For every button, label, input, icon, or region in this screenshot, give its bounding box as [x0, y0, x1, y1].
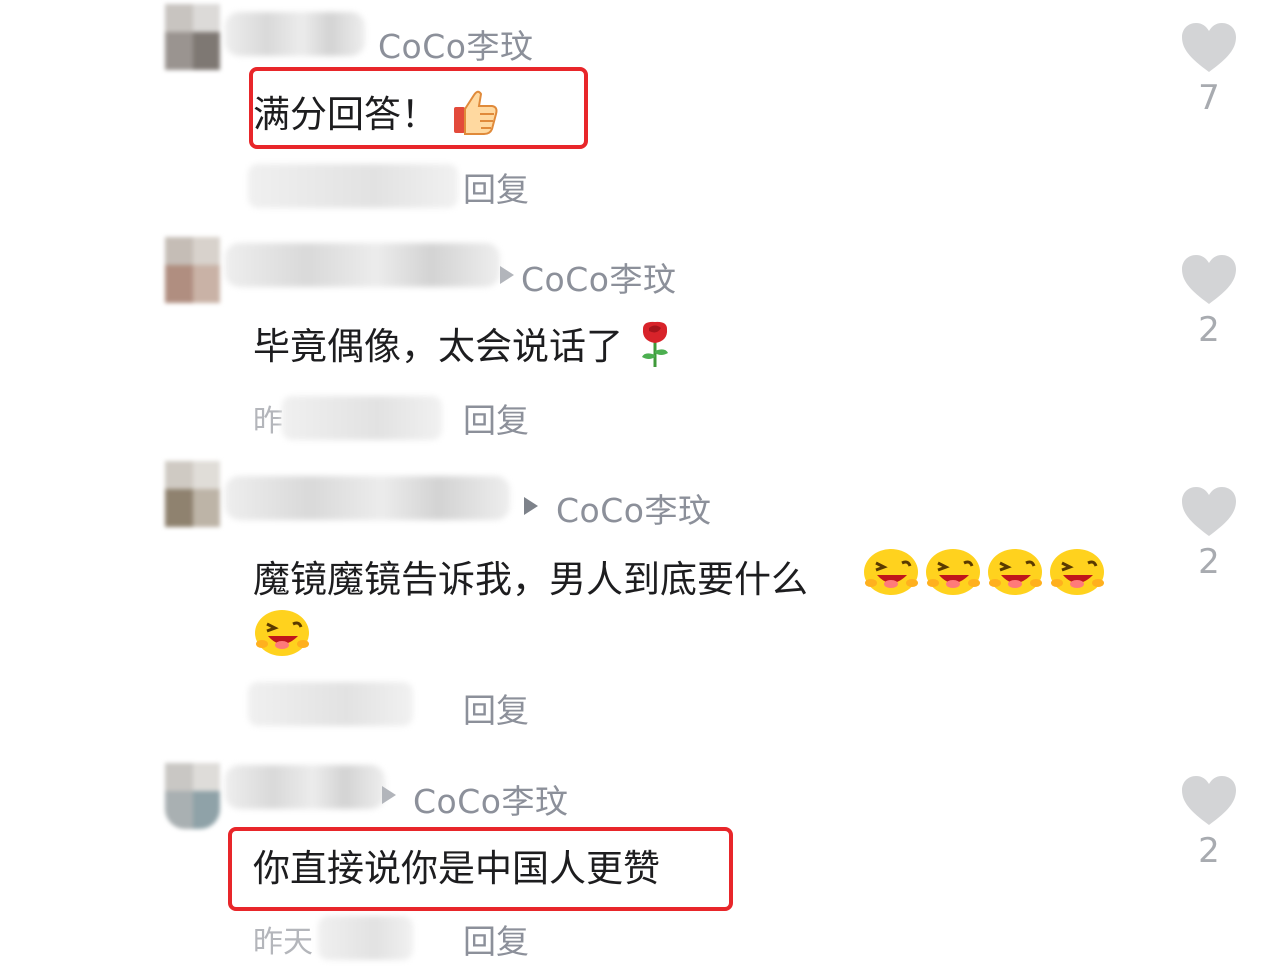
like-heart-icon[interactable] [1180, 22, 1238, 74]
laughing-face-icon [1050, 549, 1104, 595]
reply-button[interactable]: 回复 [463, 394, 529, 442]
comment-text: 满分回答！ [253, 84, 500, 146]
reply-to-author[interactable]: CoCo李玟 [521, 253, 676, 301]
comment-text-content: 你直接说你是中国人更赞 [253, 847, 660, 890]
reply-arrow-icon [500, 266, 514, 284]
reply-arrow-icon [524, 497, 538, 515]
avatar[interactable] [165, 4, 220, 70]
thumbs-up-icon [450, 87, 500, 146]
comment-text: 魔镜魔镜告诉我，男人到底要什么 [253, 550, 808, 610]
blurred-timestamp [248, 164, 458, 208]
reply-arrow-icon [382, 786, 396, 804]
like-heart-icon[interactable] [1180, 775, 1238, 827]
rose-icon [635, 319, 675, 378]
reply-to-author[interactable]: CoCo李玟 [378, 20, 533, 68]
reply-to-author[interactable]: CoCo李玟 [413, 775, 568, 823]
like-count: 2 [1198, 310, 1220, 350]
like-count: 2 [1198, 542, 1220, 582]
reply-button[interactable]: 回复 [463, 684, 529, 732]
avatar[interactable] [165, 237, 220, 303]
blurred-username[interactable] [225, 12, 365, 56]
comment-text: 你直接说你是中国人更赞 [253, 838, 660, 892]
like-count: 2 [1198, 831, 1220, 871]
like-heart-icon[interactable] [1180, 486, 1238, 538]
reply-button[interactable]: 回复 [463, 915, 529, 963]
like-count: 7 [1198, 78, 1220, 118]
comment-text-content: 毕竟偶像，太会说话了 [253, 325, 623, 368]
reply-to-author[interactable]: CoCo李玟 [556, 484, 711, 532]
comment-text-content: 魔镜魔镜告诉我，男人到底要什么 [253, 558, 808, 601]
comment-timestamp: 昨 [253, 404, 283, 439]
laughing-face-icon [255, 610, 309, 656]
avatar[interactable] [165, 763, 220, 829]
avatar[interactable] [165, 461, 220, 527]
blurred-timestamp [282, 396, 442, 440]
laughing-face-icon [926, 549, 980, 595]
blurred-timestamp [318, 916, 413, 960]
emoji-row-2 [253, 606, 311, 662]
blurred-timestamp [248, 682, 413, 726]
like-heart-icon[interactable] [1180, 254, 1238, 306]
reply-button[interactable]: 回复 [463, 163, 529, 211]
comment-text-content: 满分回答！ [253, 93, 438, 136]
comment-text: 毕竟偶像，太会说话了 [253, 316, 675, 378]
blurred-username[interactable] [225, 765, 385, 809]
blurred-username[interactable] [225, 243, 500, 287]
emoji-row [862, 545, 1106, 601]
laughing-face-icon [864, 549, 918, 595]
comment-timestamp: 昨天 [253, 925, 313, 960]
blurred-username[interactable] [225, 476, 510, 520]
laughing-face-icon [988, 549, 1042, 595]
